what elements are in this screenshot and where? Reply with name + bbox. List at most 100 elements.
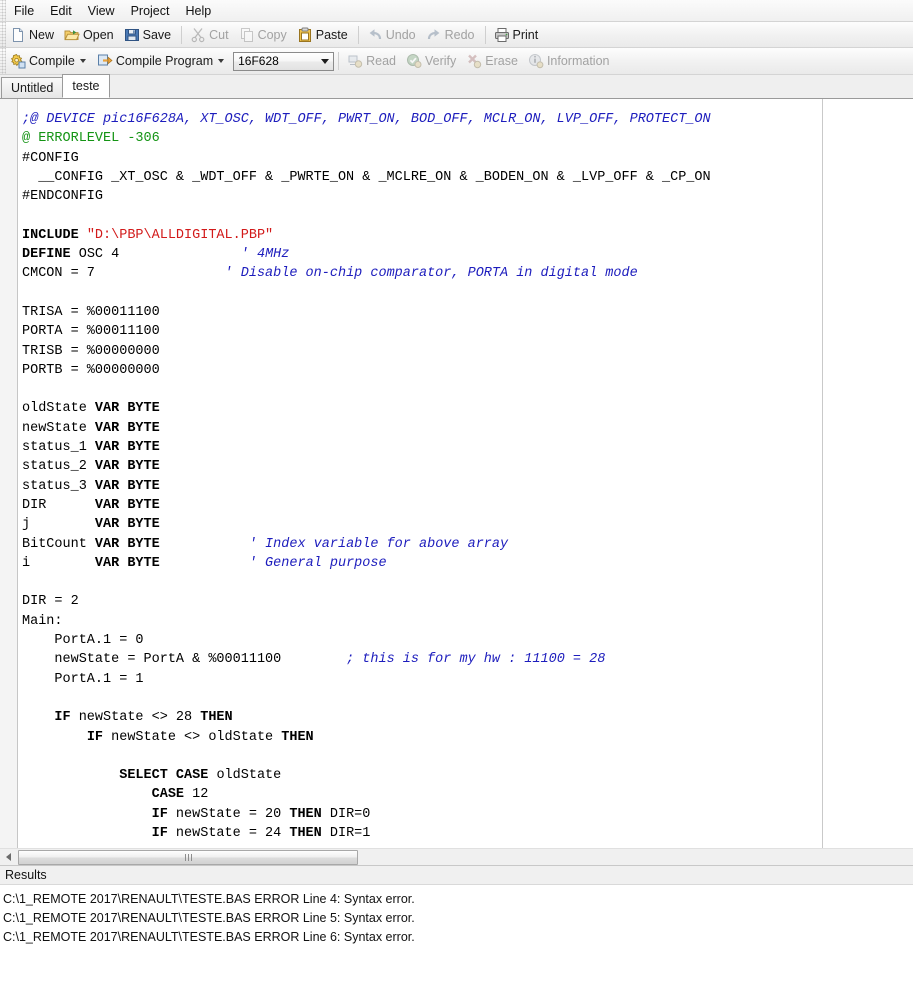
scroll-left-arrow-icon[interactable] bbox=[0, 850, 16, 865]
code-line: __CONFIG _XT_OSC & _WDT_OFF & _PWRTE_ON … bbox=[22, 168, 913, 187]
results-title: Results bbox=[5, 868, 47, 882]
redo-arrow-icon bbox=[426, 27, 442, 43]
compile-button[interactable]: Compile bbox=[6, 49, 93, 73]
code-token: THEN bbox=[200, 710, 232, 725]
code-token: PORTA = %00011100 bbox=[22, 324, 160, 339]
compile-program-button[interactable]: Compile Program bbox=[93, 49, 231, 73]
menu-item-file[interactable]: File bbox=[6, 1, 42, 21]
code-line: @ ERRORLEVEL -306 bbox=[22, 129, 913, 148]
open-button[interactable]: Open bbox=[60, 23, 120, 47]
erase-x-icon bbox=[466, 53, 482, 69]
menu-item-edit[interactable]: Edit bbox=[42, 1, 80, 21]
code-token: #CONFIG bbox=[22, 151, 79, 166]
cut-button[interactable]: Cut bbox=[186, 23, 234, 47]
new-document-icon bbox=[10, 27, 26, 43]
compile-program-icon bbox=[97, 53, 113, 69]
code-line bbox=[22, 573, 913, 592]
paste-button[interactable]: Paste bbox=[293, 23, 354, 47]
code-token: VAR BYTE bbox=[95, 440, 160, 455]
menu-item-view[interactable]: View bbox=[80, 1, 123, 21]
device-select-value: 16F628 bbox=[238, 54, 279, 68]
menu-item-help[interactable]: Help bbox=[177, 1, 219, 21]
editor-horizontal-scrollbar[interactable] bbox=[0, 848, 913, 865]
menu-item-project[interactable]: Project bbox=[123, 1, 178, 21]
code-token: @ ERRORLEVEL -306 bbox=[22, 131, 160, 146]
toolbar-separator bbox=[485, 26, 486, 44]
save-button[interactable]: Save bbox=[120, 23, 178, 47]
tab-untitled-label: Untitled bbox=[11, 81, 53, 95]
code-line: j VAR BYTE bbox=[22, 515, 913, 534]
code-line: DIR = 2 bbox=[22, 592, 913, 611]
chevron-down-icon[interactable] bbox=[80, 59, 86, 63]
code-editor[interactable]: ;@ DEVICE pic16F628A, XT_OSC, WDT_OFF, P… bbox=[0, 99, 913, 848]
code-token: __CONFIG _XT_OSC & _WDT_OFF & _PWRTE_ON … bbox=[22, 170, 711, 185]
undo-button[interactable]: Undo bbox=[363, 23, 422, 47]
code-token bbox=[22, 730, 87, 745]
tab-untitled[interactable]: Untitled bbox=[1, 77, 63, 98]
code-line: status_3 VAR BYTE bbox=[22, 477, 913, 496]
code-line: DIR VAR BYTE bbox=[22, 496, 913, 515]
read-button-label: Read bbox=[366, 54, 396, 68]
code-token: SELECT CASE bbox=[119, 768, 208, 783]
code-token: BitCount bbox=[22, 537, 95, 552]
code-token bbox=[22, 826, 152, 841]
compile-toolbar: Compile Compile Program 16F628 Read Veri… bbox=[0, 48, 913, 75]
code-line: oldState VAR BYTE bbox=[22, 399, 913, 418]
source-code-text[interactable]: ;@ DEVICE pic16F628A, XT_OSC, WDT_OFF, P… bbox=[22, 110, 913, 843]
code-token: newState bbox=[22, 421, 95, 436]
code-line: DEFINE OSC 4 ' 4MHz bbox=[22, 245, 913, 264]
information-button-label: Information bbox=[547, 54, 610, 68]
chevron-down-icon[interactable] bbox=[218, 59, 224, 63]
results-panel-body[interactable]: C:\1_REMOTE 2017\RENAULT\TESTE.BAS ERROR… bbox=[0, 885, 913, 963]
cut-button-label: Cut bbox=[209, 28, 228, 42]
new-button[interactable]: New bbox=[6, 23, 60, 47]
code-line: PortA.1 = 1 bbox=[22, 670, 913, 689]
code-line bbox=[22, 284, 913, 303]
new-button-label: New bbox=[29, 28, 54, 42]
redo-button[interactable]: Redo bbox=[422, 23, 481, 47]
copy-button-label: Copy bbox=[258, 28, 287, 42]
print-button[interactable]: Print bbox=[490, 23, 545, 47]
verify-check-icon bbox=[406, 53, 422, 69]
code-token: VAR BYTE bbox=[95, 498, 160, 513]
code-token: VAR BYTE bbox=[95, 556, 160, 571]
code-token: ;@ DEVICE pic16F628A, XT_OSC, WDT_OFF, P… bbox=[22, 112, 711, 127]
tab-teste[interactable]: teste bbox=[62, 74, 109, 98]
redo-button-label: Redo bbox=[445, 28, 475, 42]
code-line: CASE 12 bbox=[22, 785, 913, 804]
compile-toolbar-grip[interactable] bbox=[0, 48, 6, 74]
code-line: SELECT CASE oldState bbox=[22, 766, 913, 785]
code-token bbox=[22, 807, 152, 822]
information-button[interactable]: Information bbox=[524, 49, 616, 73]
toolbar-separator bbox=[181, 26, 182, 44]
result-line: C:\1_REMOTE 2017\RENAULT\TESTE.BAS ERROR… bbox=[3, 890, 913, 909]
code-token: VAR BYTE bbox=[95, 479, 160, 494]
code-line: PortA.1 = 0 bbox=[22, 631, 913, 650]
verify-button[interactable]: Verify bbox=[402, 49, 462, 73]
code-token: DIR bbox=[22, 498, 95, 513]
code-line: newState VAR BYTE bbox=[22, 419, 913, 438]
code-token: PORTB = %00000000 bbox=[22, 363, 160, 378]
menu-bar-grip[interactable] bbox=[0, 0, 6, 21]
device-select[interactable]: 16F628 bbox=[233, 52, 334, 71]
erase-button[interactable]: Erase bbox=[462, 49, 524, 73]
chevron-down-icon[interactable] bbox=[321, 59, 329, 64]
copy-button[interactable]: Copy bbox=[235, 23, 293, 47]
code-token: VAR BYTE bbox=[95, 459, 160, 474]
scrollbar-thumb[interactable] bbox=[18, 850, 358, 865]
code-token: DIR=0 bbox=[322, 807, 371, 822]
code-token: IF bbox=[87, 730, 103, 745]
file-toolbar-grip[interactable] bbox=[0, 22, 6, 47]
file-toolbar: New Open Save Cut Copy Paste bbox=[0, 22, 913, 48]
code-token: newState <> 28 bbox=[71, 710, 201, 725]
code-token: THEN bbox=[281, 730, 313, 745]
read-button[interactable]: Read bbox=[343, 49, 402, 73]
code-token bbox=[95, 266, 225, 281]
code-token: ; this is for my hw : 11100 = 28 bbox=[346, 652, 605, 667]
code-token: IF bbox=[152, 826, 168, 841]
menu-bar: File Edit View Project Help bbox=[0, 0, 913, 22]
print-button-label: Print bbox=[513, 28, 539, 42]
code-token: newState = 24 bbox=[168, 826, 290, 841]
code-line: TRISA = %00011100 bbox=[22, 303, 913, 322]
information-icon bbox=[528, 53, 544, 69]
